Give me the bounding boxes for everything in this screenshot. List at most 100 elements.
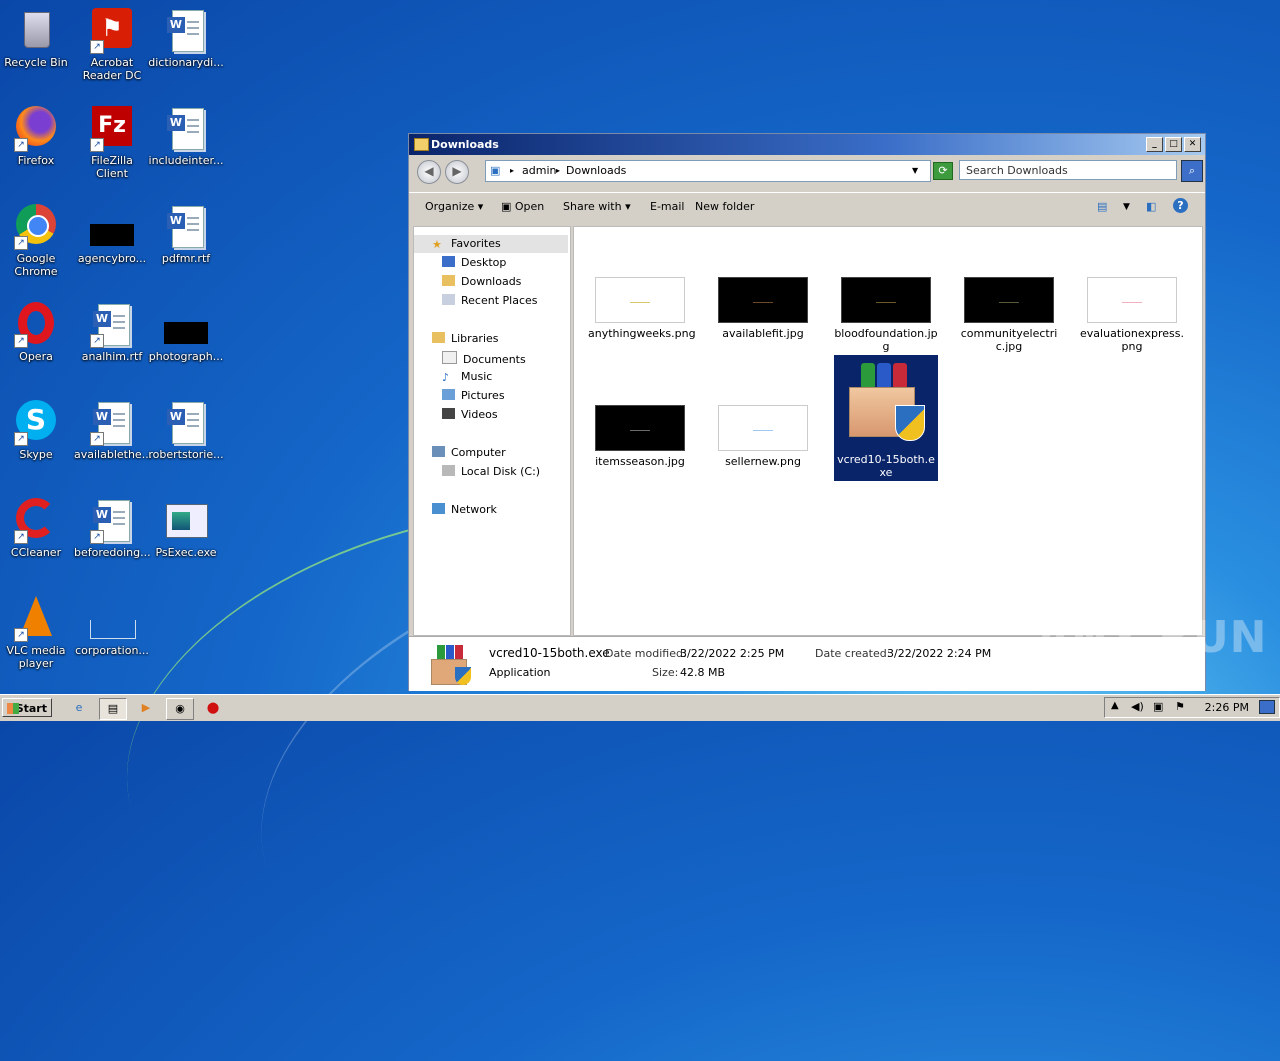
photograph-file[interactable]: photograph...: [148, 300, 224, 363]
chrome-shortcut[interactable]: ↗ Google Chrome: [0, 202, 74, 278]
action-center-icon[interactable]: ⚑: [1175, 700, 1185, 713]
change-view-icon[interactable]: ▤: [1097, 200, 1107, 213]
image-thumbnail: [595, 277, 685, 323]
psexec-file[interactable]: PsExec.exe: [148, 496, 224, 559]
nav-videos[interactable]: Videos: [442, 408, 498, 421]
nav-pictures[interactable]: Pictures: [442, 389, 505, 402]
nav-computer[interactable]: Computer: [432, 446, 506, 459]
detail-modified: 3/22/2022 2:25 PM: [680, 647, 785, 660]
opera-icon: ↗: [12, 300, 60, 348]
word-doc-icon: W ↗: [88, 300, 136, 348]
analhim-file[interactable]: W ↗ analhim.rtf: [74, 300, 150, 363]
image-file-icon: [88, 594, 136, 642]
media-player-icon[interactable]: ▶: [133, 698, 159, 718]
corporation-file[interactable]: corporation...: [74, 594, 150, 657]
network-tray-icon[interactable]: ▣: [1153, 700, 1163, 713]
search-icon[interactable]: ⌕: [1181, 160, 1203, 182]
nav-music[interactable]: ♪ Music: [442, 370, 492, 384]
detail-size-label: Size:: [652, 666, 679, 679]
show-hidden-icons-icon[interactable]: ▲: [1111, 700, 1119, 711]
image-thumbnail: [718, 405, 808, 451]
minimize-button[interactable]: _: [1146, 137, 1163, 152]
start-button[interactable]: Start: [2, 698, 52, 717]
nav-local-disk[interactable]: Local Disk (C:): [442, 465, 540, 478]
email-button[interactable]: E-mail: [650, 200, 685, 213]
dictionarydi-file[interactable]: W dictionarydi...: [148, 6, 224, 69]
explorer-window: Downloads _ □ ✕ ◀ ▶ ▣ ▸ admin ▸ Download…: [408, 133, 1206, 691]
nav-libraries[interactable]: Libraries: [432, 332, 499, 345]
vlc-shortcut[interactable]: ↗ VLC media player: [0, 594, 74, 670]
title-bar[interactable]: Downloads _ □ ✕: [409, 134, 1205, 155]
navigation-bar: ◀ ▶ ▣ ▸ admin ▸ Downloads ▼ ⟳ Search Dow…: [409, 156, 1205, 186]
nav-documents[interactable]: Documents: [442, 351, 526, 366]
documents-icon: [442, 351, 457, 364]
word-doc-icon: W: [162, 398, 210, 446]
availablethe-file[interactable]: W ↗ availablethe...: [74, 398, 152, 461]
file-item[interactable]: anythingweeks.png: [588, 277, 696, 340]
file-item[interactable]: communityelectric.jpg: [957, 277, 1061, 353]
file-item[interactable]: itemsseason.jpg: [588, 405, 692, 468]
windows-flag-icon: [7, 703, 19, 714]
file-item[interactable]: bloodfoundation.jpg: [834, 277, 938, 353]
nav-favorites[interactable]: ★ Favorites: [432, 237, 501, 251]
address-dropdown-icon[interactable]: ▼: [912, 166, 918, 175]
image-thumbnail: [595, 405, 685, 451]
share-with-button[interactable]: Share with ▾: [563, 200, 631, 213]
view-dropdown-icon[interactable]: ▼: [1123, 202, 1130, 212]
file-item-selected[interactable]: vcred10-15both.exe: [834, 355, 938, 481]
preview-pane-icon[interactable]: ◧: [1146, 200, 1156, 213]
file-item[interactable]: availablefit.jpg: [711, 277, 815, 340]
stop-icon[interactable]: ⬤: [200, 698, 226, 718]
pdfmr-file[interactable]: W pdfmr.rtf: [148, 202, 224, 265]
vlc-icon: ↗: [12, 594, 60, 642]
acrobat-shortcut[interactable]: ⚑ ↗ Acrobat Reader DC: [74, 6, 150, 82]
close-button[interactable]: ✕: [1184, 137, 1201, 152]
watermark: ANY RUN: [1036, 612, 1268, 663]
opera-shortcut[interactable]: ↗ Opera: [0, 300, 74, 363]
folder-icon: [414, 138, 429, 151]
downloads-folder-icon: [442, 275, 455, 286]
forward-button[interactable]: ▶: [445, 160, 469, 184]
breadcrumb-admin[interactable]: admin: [522, 164, 556, 177]
filezilla-shortcut[interactable]: Fz ↗ FileZilla Client: [74, 104, 150, 180]
search-input[interactable]: Search Downloads: [959, 160, 1177, 180]
firefox-shortcut[interactable]: ↗ Firefox: [0, 104, 74, 167]
recycle-bin-shortcut[interactable]: Recycle Bin: [0, 6, 74, 69]
detail-modified-label: Date modified:: [605, 647, 687, 660]
maximize-button[interactable]: □: [1165, 137, 1182, 152]
back-button[interactable]: ◀: [417, 160, 441, 184]
recycle-bin-icon: [12, 6, 60, 54]
nav-network[interactable]: Network: [432, 503, 497, 516]
nav-downloads[interactable]: Downloads: [442, 275, 521, 288]
image-thumbnail: [964, 277, 1054, 323]
recent-places-icon: [442, 294, 455, 305]
music-icon: ♪: [442, 371, 450, 384]
includeinter-file[interactable]: W includeinter...: [148, 104, 224, 167]
robertstorie-file[interactable]: W robertstorie...: [148, 398, 224, 461]
help-icon[interactable]: ?: [1173, 198, 1188, 213]
ie-icon[interactable]: e: [66, 698, 92, 718]
new-folder-button[interactable]: New folder: [695, 200, 754, 213]
clock[interactable]: 2:26 PM: [1205, 701, 1249, 714]
detail-type: Application: [489, 666, 551, 679]
explorer-taskbar-icon[interactable]: ▤: [99, 698, 127, 720]
breadcrumb-downloads[interactable]: Downloads: [566, 164, 626, 177]
show-desktop-icon[interactable]: [1259, 700, 1275, 714]
nav-desktop[interactable]: Desktop: [442, 256, 506, 269]
agencybro-file[interactable]: agencybro...: [74, 202, 150, 265]
filezilla-icon: Fz ↗: [88, 104, 136, 152]
ccleaner-shortcut[interactable]: ↗ CCleaner: [0, 496, 74, 559]
refresh-button[interactable]: ⟳: [933, 162, 953, 180]
open-button[interactable]: ▣ Open: [501, 200, 544, 213]
navigation-pane: ★ Favorites Desktop Downloads Recent Plac…: [413, 226, 571, 636]
file-item[interactable]: sellernew.png: [711, 405, 815, 468]
nav-recent-places[interactable]: Recent Places: [442, 294, 538, 307]
address-bar[interactable]: ▣ ▸ admin ▸ Downloads ▼: [485, 160, 931, 182]
volume-icon[interactable]: ◀): [1131, 700, 1144, 713]
beforedoing-file[interactable]: W ↗ beforedoing...: [74, 496, 151, 559]
skype-shortcut[interactable]: S ↗ Skype: [0, 398, 74, 461]
file-item[interactable]: evaluationexpress.png: [1080, 277, 1184, 353]
organize-button[interactable]: Organize ▾: [425, 200, 483, 213]
detail-filename: vcred10-15both.exe: [489, 646, 610, 660]
chrome-taskbar-icon[interactable]: ◉: [166, 698, 194, 720]
